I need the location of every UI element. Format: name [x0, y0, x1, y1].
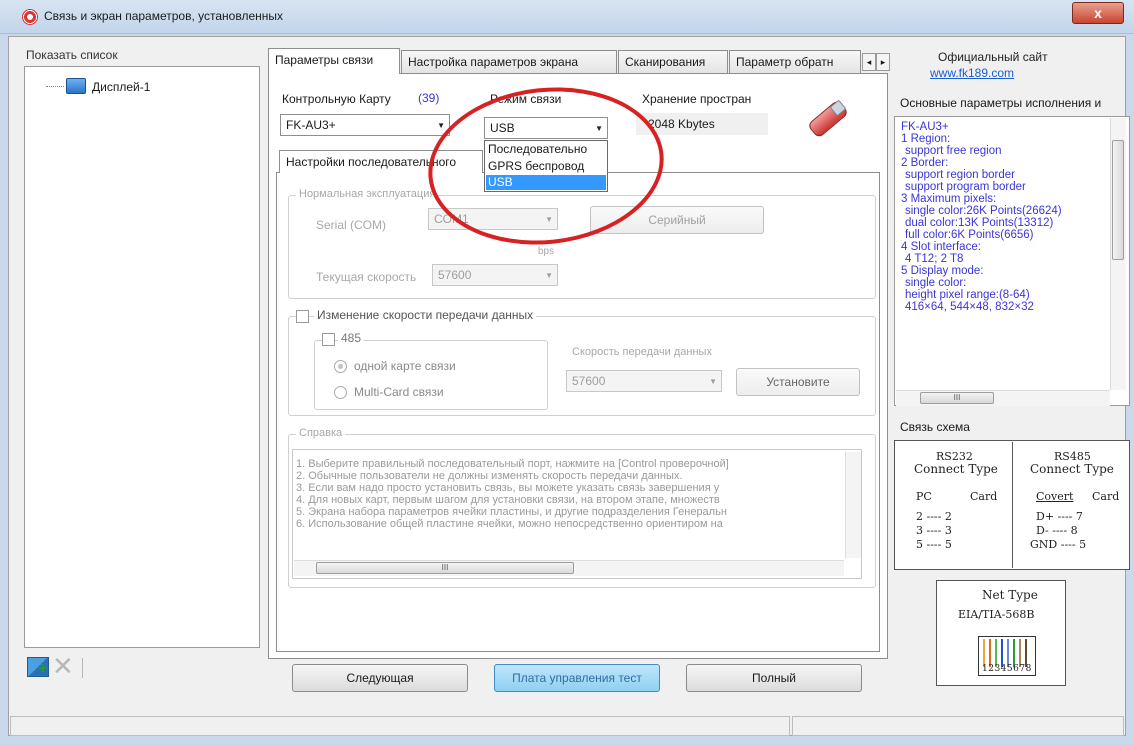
param-line: single color:26K Points(26624) [905, 205, 1062, 217]
rs485-row: D- ---- 8 [1036, 524, 1078, 537]
help-line: 3. Если вам надо просто установить связь… [296, 482, 720, 494]
rs232-row: 3 ---- 3 [916, 524, 952, 537]
help-line: 2. Обычные пользователи не должны изменя… [296, 470, 683, 482]
help-caption: Справка [296, 427, 346, 439]
rs485-connect-type: Connect Type [1030, 462, 1114, 476]
chevron-down-icon: ▼ [545, 271, 553, 280]
help-line: 5. Экрана набора параметров ячейки пласт… [296, 506, 727, 518]
control-board-test-button[interactable]: Плата управления тест [494, 664, 660, 692]
data-rate-select[interactable]: 57600 ▼ [566, 370, 722, 392]
param-line: 4 T12; 2 T8 [905, 253, 964, 265]
tab-scanning[interactable]: Сканирования [618, 50, 728, 74]
param-line: support region border [905, 169, 1015, 181]
display-tree[interactable] [24, 66, 260, 648]
current-speed-value: 57600 [438, 268, 472, 282]
tab-scroll-right-button[interactable]: ▸ [876, 53, 890, 71]
rs485-col-card: Card [1092, 490, 1120, 503]
param-line: support program border [905, 181, 1026, 193]
main-params-list[interactable]: FK-AU3+ 1 Region: support free region 2 … [894, 116, 1130, 406]
rs232-row: 2 ---- 2 [916, 510, 952, 523]
full-button[interactable]: Полный [686, 664, 862, 692]
chevron-down-icon: ▼ [709, 377, 717, 386]
tab-screen-settings[interactable]: Настройка параметров экрана [401, 50, 617, 74]
help-line: 1. Выберите правильный последовательный … [296, 458, 729, 470]
status-bar-secondary [792, 716, 1124, 736]
tree-item-display-1[interactable]: Дисплей-1 [92, 80, 150, 94]
data-rate-caption: Скорость передачи данных [572, 346, 712, 358]
control-card-value: FK-AU3+ [286, 118, 336, 132]
tab-feedback-params[interactable]: Параметр обратн [729, 50, 861, 74]
set-rate-button[interactable]: Установите [736, 368, 860, 396]
help-line: 6. Использование общей пластине ячейки, … [296, 518, 723, 530]
window-title: Связь и экран параметров, установленных [44, 9, 283, 23]
close-button[interactable]: x [1072, 2, 1124, 24]
help-scroll-thumb[interactable]: III [316, 562, 574, 574]
rs485-label: 485 [338, 331, 365, 345]
rs485-col-covert: Covert [1036, 490, 1074, 503]
display-list-label: Показать список [26, 48, 118, 62]
rj45-pin-numbers: 12345678 [982, 664, 1032, 674]
help-line: 4. Для новых карт, первым шагом для уста… [296, 494, 720, 506]
param-line: 3 Maximum pixels: [901, 193, 997, 205]
rs232-row: 5 ---- 5 [916, 538, 952, 551]
rate-change-label: Изменение скорости передачи данных [314, 308, 537, 322]
param-line: single color: [905, 277, 967, 289]
plus-icon: + [38, 660, 48, 677]
tree-connector [46, 86, 64, 87]
bps-label: bps [538, 246, 555, 257]
rs232-col-card: Card [970, 490, 998, 503]
tab-scroll-left-button[interactable]: ◂ [862, 53, 876, 71]
toolbar-divider [82, 658, 83, 678]
chevron-down-icon: ▼ [437, 121, 445, 130]
single-card-label: одной карте связи [354, 359, 456, 373]
rate-change-checkbox[interactable] [296, 310, 309, 323]
multi-card-radio[interactable] [334, 386, 347, 399]
single-card-radio[interactable] [334, 360, 347, 373]
status-bar-main [10, 716, 790, 736]
app-icon [22, 9, 38, 25]
card-mode-group [314, 340, 548, 410]
official-site-label: Официальный сайт [938, 50, 1048, 64]
rs485-row: GND ---- 5 [1030, 538, 1087, 551]
current-speed-label: Текущая скорость [316, 270, 417, 284]
param-line: 2 Border: [901, 157, 949, 169]
param-line: support free region [905, 145, 1002, 157]
param-line: 1 Region: [901, 133, 951, 145]
param-line: dual color:13K Points(13312) [905, 217, 1054, 229]
connection-scheme-label: Связь схема [900, 420, 970, 434]
control-card-select[interactable]: FK-AU3+ ▼ [280, 114, 450, 136]
remove-display-icon[interactable]: ✕ [52, 653, 74, 679]
normal-operation-caption: Нормальная эксплуатация [296, 188, 439, 200]
rs485-row: D+ ---- 7 [1036, 510, 1083, 523]
rs485-checkbox[interactable] [322, 333, 335, 346]
card-count: (39) [418, 91, 440, 105]
serial-port-label: Serial (COM) [316, 218, 387, 232]
next-button[interactable]: Следующая [292, 664, 468, 692]
current-speed-select[interactable]: 57600 ▼ [432, 264, 558, 286]
param-line: 4 Slot interface: [901, 241, 981, 253]
params-scroll-thumb[interactable] [1112, 140, 1124, 260]
multi-card-label: Multi-Card связи [354, 385, 444, 399]
net-type-title: Net Type [982, 588, 1038, 602]
main-params-label: Основные параметры исполнения и [900, 96, 1102, 110]
storage-label: Хранение простран [642, 92, 752, 106]
help-vertical-scrollbar[interactable] [845, 452, 861, 558]
monitor-icon [66, 78, 86, 94]
params-hscroll-thumb[interactable]: III [920, 392, 994, 404]
rs232-col-pc: PC [916, 490, 932, 503]
tab-connection-params[interactable]: Параметры связи [268, 48, 400, 74]
official-site-link[interactable]: www.fk189.com [930, 66, 1014, 80]
param-line: height pixel range:(8-64) [905, 289, 1030, 301]
param-line: FK-AU3+ [901, 121, 949, 133]
param-line: full color:6K Points(6656) [905, 229, 1034, 241]
param-line: 416×64, 544×48, 832×32 [905, 301, 1034, 313]
net-type-standard: EIA/TIA-568B [958, 608, 1035, 621]
param-line: 5 Display mode: [901, 265, 984, 277]
storage-value: 2048 Kbytes [648, 117, 715, 131]
scheme-divider [1012, 442, 1013, 568]
rs232-connect-type: Connect Type [914, 462, 998, 476]
control-card-label: Контрольную Карту [282, 92, 391, 106]
data-rate-value: 57600 [572, 374, 606, 388]
